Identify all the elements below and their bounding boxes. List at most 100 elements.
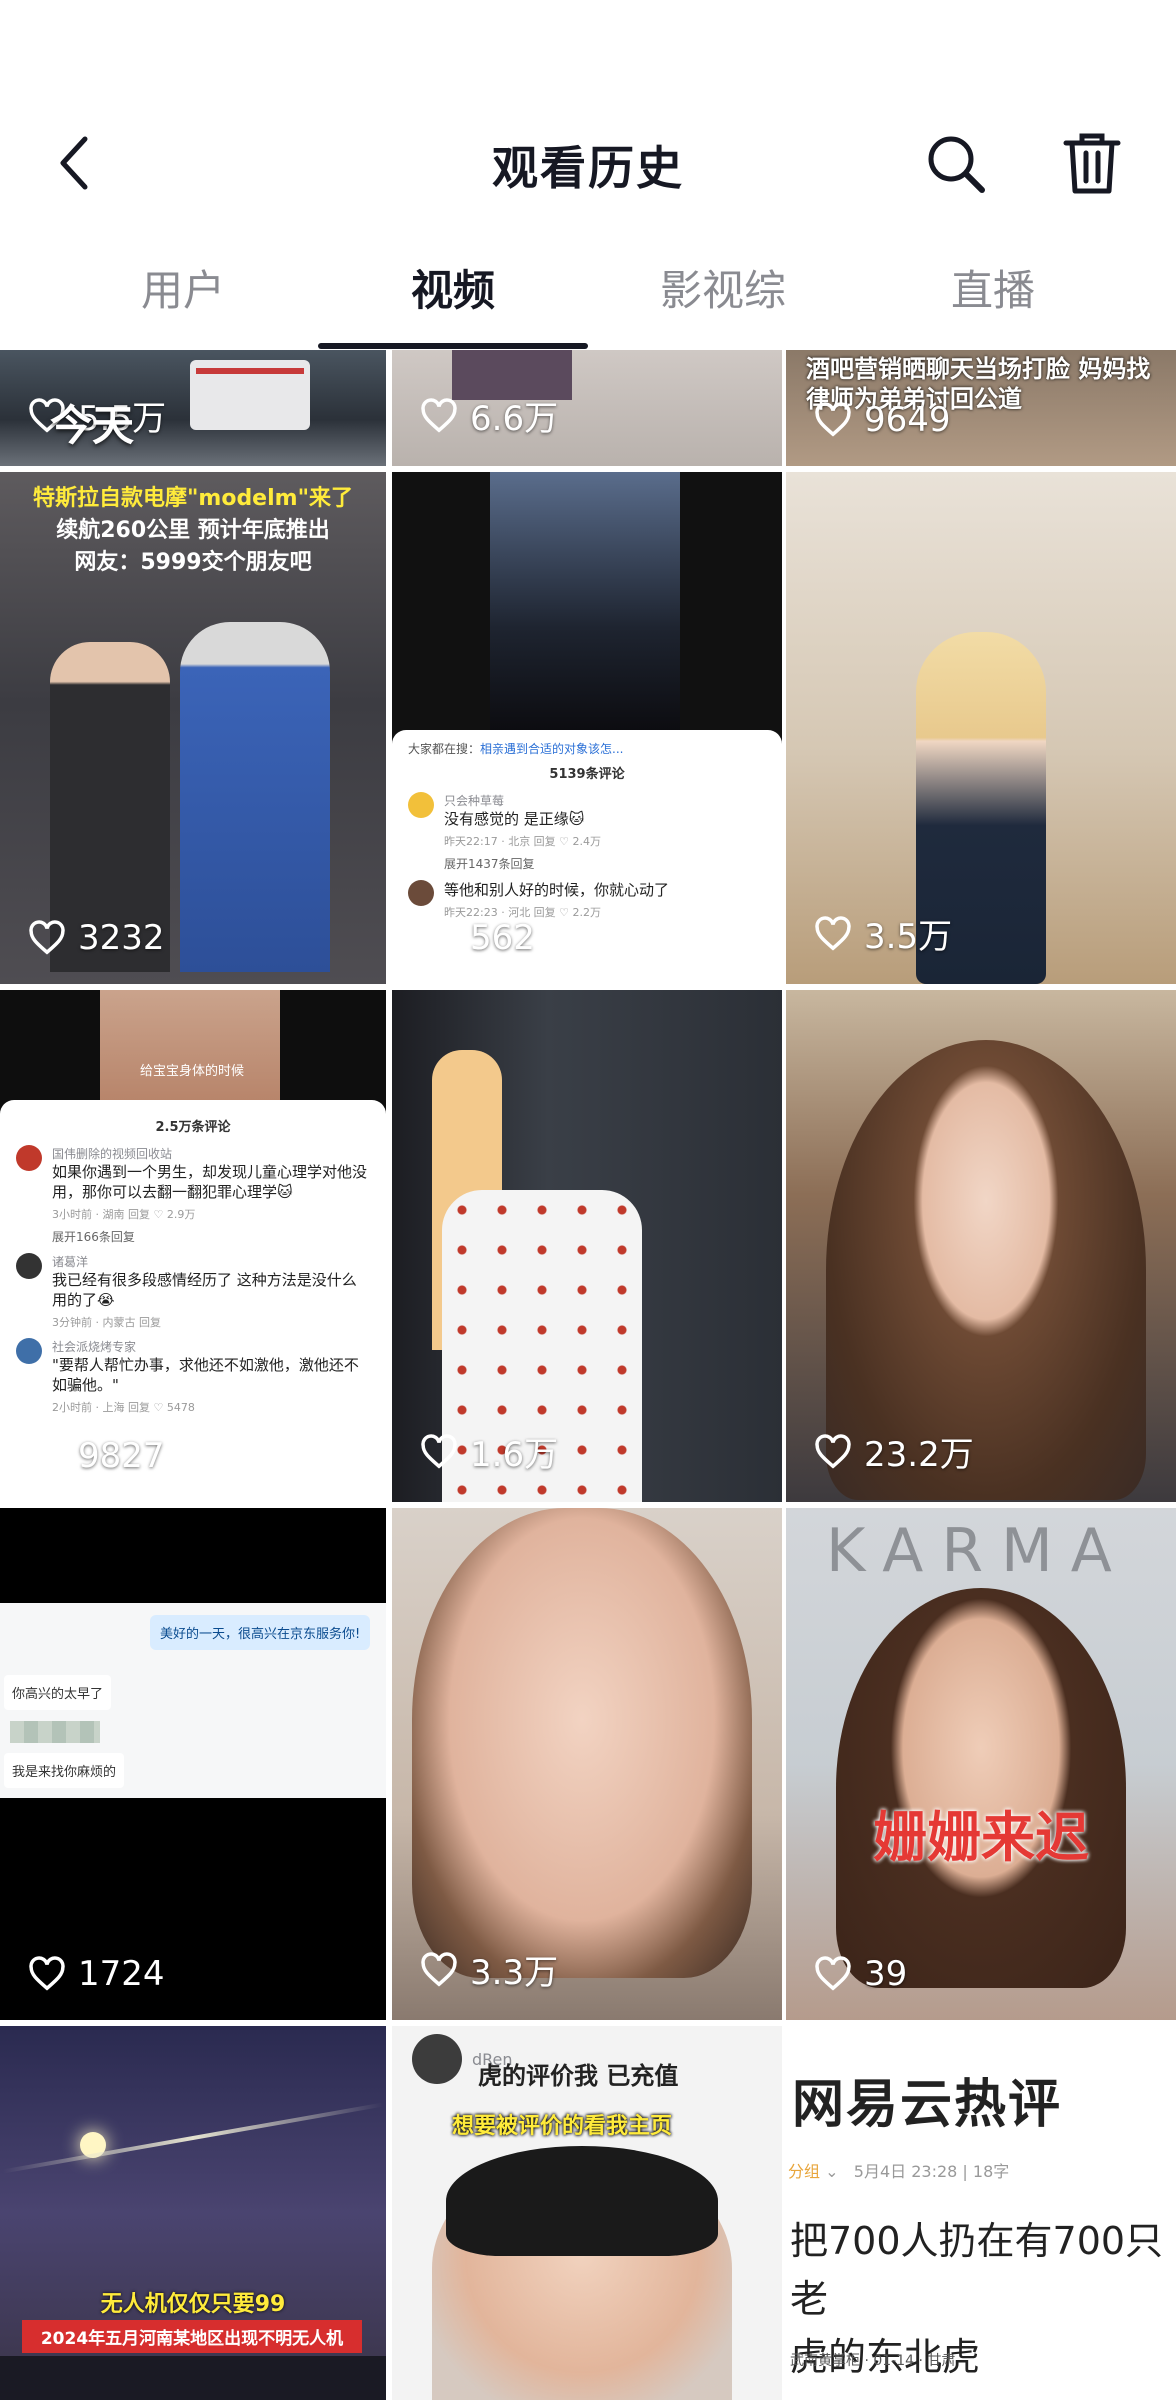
avatar [412,2034,462,2084]
tab-users[interactable]: 用户 [48,225,318,350]
video-caption: 特斯拉自款电摩"modelm"来了 [32,486,354,511]
active-tab-indicator [318,343,588,349]
heart-icon [421,1433,457,1469]
tab-live[interactable]: 直播 [858,225,1128,350]
search-button[interactable] [918,128,994,204]
portrait-face [836,1588,1126,1988]
history-tabs: 用户 视频 影视综 直播 [0,225,1176,350]
comment-meta: 3分钟前 · 内蒙古 回复 [52,1316,161,1329]
delete-history-button[interactable] [1054,128,1130,204]
ground [0,2356,386,2400]
heart-icon [815,1956,851,1991]
page-title: 观看历史 [492,141,684,195]
video-thumbnail[interactable]: dRen 虎的评价我 已充值 想要被评价的看我主页 [392,2026,782,2400]
video-caption: 想要被评价的看我主页 [452,2114,673,2139]
comment-item: 国伟删除的视频回收站 如果你遇到一个男生，却发现儿童心理学对他没用，那你可以去翻… [16,1145,370,1222]
video-caption: 给宝宝身体的时候 [140,1064,245,1079]
chat-message: 我是来找你麻烦的 [4,1753,125,1788]
video-thumbnail[interactable]: 3.5万 [786,472,1176,984]
comment-user: 诸葛洋 [52,1255,89,1269]
heart-icon [815,1433,851,1469]
video-thumbnail[interactable]: KARMA 姗姗来迟 39 [786,1508,1176,2020]
like-count: 3.5万 [814,909,952,958]
comment-item: 等他和别人好的时候，你就心动了 昨天22:23 · 河北 回复 ♡ 2.2万 [408,880,766,920]
comment-meta: 3小时前 · 湖南 回复 ♡ 2.9万 [52,1208,196,1221]
video-thumbnail[interactable]: 特斯拉自款电摩"modelm"来了 续航260公里 预计年底推出 网友：5999… [0,472,386,984]
comment-meta: 昨天22:17 · 北京 回复 ♡ 2.4万 [444,835,602,848]
like-count: 1.6万 [420,1427,558,1476]
comment-text: "要帮人帮忙办事，求他还不如激他，激他还不如骗他。" [52,1356,359,1394]
blurred-content [10,1721,100,1743]
comment-text: 没有感觉的 是正缘🐱 [444,810,585,828]
expand-replies: 展开1437条回复 [444,857,535,871]
expand-replies: 展开166条回复 [52,1230,135,1244]
video-caption: 2024年五月河南某地区出现不明无人机 [22,2320,362,2353]
video-thumbnail[interactable]: 6.6万 [392,350,782,466]
like-count: 6.6万 [420,391,558,440]
video-caption: 姗姗来迟 [873,1806,1089,1869]
heart-icon [29,1438,65,1473]
ambulance-stripe [196,368,304,374]
search-icon [924,132,988,200]
heart-icon [815,402,851,437]
like-count: 39 [814,1954,907,1994]
video-title: 网易云热评 [792,2075,1063,2135]
avatar [16,1253,42,1279]
video-thumbnail[interactable]: 1.6万 [392,990,782,1502]
hair-shape [446,2146,718,2256]
video-thumbnail[interactable]: 酒吧营销晒聊天当场打脸 妈妈找律师为弟弟讨回公道 9649 [786,350,1176,466]
avatar [408,880,434,906]
tab-film-tv[interactable]: 影视综 [588,225,858,350]
like-count: 23.2万 [814,1427,974,1476]
heart-icon [421,1951,457,1987]
video-thumbnail[interactable]: 无人机仅仅只要99 2024年五月河南某地区出现不明无人机 [0,2026,386,2400]
video-thumbnail[interactable]: 网易云热评 分组 ⌄ 5月4日 23:28 | 18字 把700人扔在有700只… [786,2026,1176,2400]
tab-videos[interactable]: 视频 [318,225,588,350]
like-count: 562 [420,918,535,958]
video-thumbnail[interactable]: 23.2万 [786,990,1176,1502]
comment-text: 如果你遇到一个男生，却发现儿童心理学对他没用，那你可以去翻一翻犯罪心理学🐱 [52,1163,368,1201]
like-count: 9649 [814,400,951,440]
comment-count: 5139条评论 [549,767,625,782]
video-author: 武南黄掌柜 · 01-14 · 甘肃 [790,2353,956,2369]
like-count: 1724 [28,1954,165,1994]
video-thumbnail[interactable]: 大家都在搜：相亲遇到合适的对象该怎... 5139条评论 只会种草莓 没有感觉的… [392,472,782,984]
avatar [16,1145,42,1171]
like-count: 3.3万 [420,1945,558,1994]
video-thumbnail[interactable]: 3.3万 [392,1508,782,2020]
comment-meta: 2小时前 · 上海 回复 ♡ 5478 [52,1401,195,1414]
chat-message: 美好的一天，很高兴在京东服务你! [150,1615,371,1650]
status-bar [0,0,1176,110]
comment-item: 诸葛洋 我已经有很多段感情经历了 这种方法是没什么用的了😭 3分钟前 · 内蒙古… [16,1253,370,1330]
heart-icon [29,920,65,955]
chat-message: 你高兴的太早了 [4,1675,112,1710]
video-caption: 虎的评价我 已充值 [478,2062,679,2090]
chat-screenshot: 美好的一天，很高兴在京东服务你! 你高兴的太早了 我是来找你麻烦的 [0,1603,386,1798]
brand-backdrop: KARMA [826,1516,1130,1586]
avatar [16,1338,42,1364]
power-line [2,2102,384,2174]
comment-user: 国伟删除的视频回收站 [52,1147,173,1161]
video-thumbnail[interactable]: 5.5万 今天 [0,350,386,466]
video-caption: 网友：5999交个朋友吧 [74,550,312,575]
video-thumbnail[interactable]: 给宝宝身体的时候 2.5万条评论 国伟删除的视频回收站 如果你遇到一个男生，却发… [0,990,386,1502]
comment-user: 社会派烧烤专家 [52,1340,137,1354]
car-interior-scene [490,472,680,732]
comment-text: 等他和别人好的时候，你就心动了 [444,881,670,899]
portrait-face [412,1508,752,1978]
heart-icon [421,397,457,433]
top-navigation-bar: 观看历史 [0,110,1176,220]
heart-icon [29,1956,65,1991]
comment-user: 只会种草莓 [444,794,505,808]
search-hint: 大家都在搜：相亲遇到合适的对象该怎... [408,742,624,756]
video-thumbnail[interactable]: 美好的一天，很高兴在京东服务你! 你高兴的太早了 我是来找你麻烦的 1724 [0,1508,386,2020]
person-figure [180,622,330,972]
video-grid: 5.5万 今天 6.6万 酒吧营销晒聊天当场打脸 妈妈找律师为弟弟讨回公道 96… [0,350,1176,2400]
like-count: 3232 [28,918,165,958]
comment-item: 社会派烧烤专家 "要帮人帮忙办事，求他还不如激他，激他还不如骗他。" 2小时前 … [16,1338,370,1415]
avatar [408,792,434,818]
comment-text: 我已经有很多段感情经历了 这种方法是没什么用的了😭 [52,1271,357,1309]
heart-icon [815,915,851,951]
like-count: 9827 [28,1436,165,1476]
trash-icon [1062,131,1122,201]
